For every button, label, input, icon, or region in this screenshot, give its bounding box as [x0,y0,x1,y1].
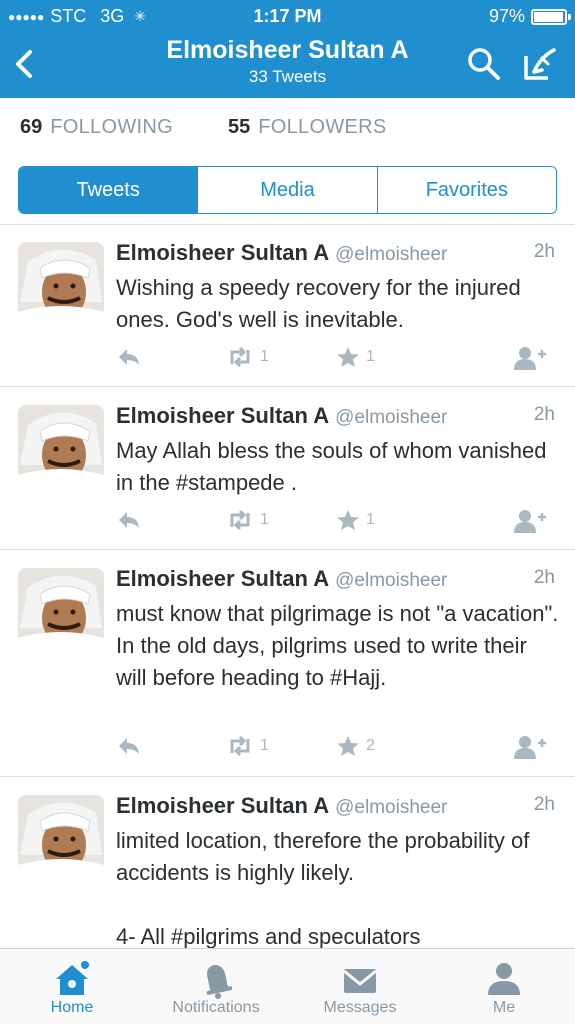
tweet-text: must know that pilgrimage is not "a vaca… [116,601,559,690]
followers-count: 55 [228,116,251,138]
avatar[interactable] [18,405,104,491]
reply-icon [119,512,139,528]
add-user-icon [514,736,546,759]
star-icon [337,347,359,367]
tweet-author-handle[interactable]: @elmoisheer [335,570,447,591]
favorite-button[interactable]: 2 [336,735,375,757]
retweet-count: 1 [260,348,269,365]
back-button[interactable] [10,44,40,84]
retweet-count: 1 [260,737,269,754]
retweet-icon [230,346,250,368]
tweet-author-name[interactable]: Elmoisheer Sultan A [116,240,329,265]
envelope-icon [343,969,377,993]
favorite-count: 1 [366,511,375,528]
tweet-author-handle[interactable]: @elmoisheer [335,244,447,265]
tab-favorites[interactable]: Favorites [377,167,556,213]
tweet-actions: 1 2 [116,735,557,761]
reply-button[interactable] [116,509,142,531]
tweet-author-handle[interactable]: @elmoisheer [335,797,447,818]
tweet-author-handle[interactable]: @elmoisheer [335,407,447,428]
tweet-time: 2h [533,241,555,262]
following-label: FOLLOWING [50,116,173,138]
follow-button[interactable] [514,346,546,370]
tweet-actions: 1 1 [116,346,557,372]
tweet-time: 2h [533,404,555,425]
avatar[interactable] [18,795,104,881]
bottom-tab-bar: Home Notifications Messages Me [0,948,575,1024]
tweet-text-line: 4- All #pilgrims and speculators [116,924,421,948]
tweet-author-name[interactable]: Elmoisheer Sultan A [116,566,329,591]
tab-media[interactable]: Media [198,167,378,213]
tweet-item[interactable]: Elmoisheer Sultan A @elmoisheer 2h must k… [0,550,575,775]
profile-tabs: Tweets Media Favorites [18,166,557,214]
favorite-count: 1 [366,348,375,365]
tweet-time: 2h [533,794,555,815]
followers-stat[interactable]: 55 FOLLOWERS [228,116,387,139]
tab-messages[interactable]: Messages [290,949,430,1024]
reply-button[interactable] [116,346,142,368]
reply-button[interactable] [116,735,142,757]
tab-home-label: Home [50,999,94,1016]
tweet-text: limited location, therefore the probabil… [116,825,559,948]
tweet-time: 2h [533,567,555,588]
tweet-author-name[interactable]: Elmoisheer Sultan A [116,403,329,428]
app-header: ●●●●● STC 3G ✳ 1:17 PM 97% Elmoisheer Su… [0,0,575,98]
bell-icon [206,964,233,999]
reply-icon [119,349,139,365]
tab-tweets[interactable]: Tweets [19,167,199,213]
tweet-item[interactable]: Elmoisheer Sultan A @elmoisheer 2h May Al… [0,387,575,549]
avatar[interactable] [18,242,104,328]
tweet-count: 33 Tweets [248,67,327,86]
tab-notifications-label: Notifications [172,999,260,1016]
person-icon [488,963,520,995]
favorite-count: 2 [366,737,375,754]
search-icon [468,48,500,80]
tab-messages-label: Messages [323,999,397,1016]
tweet-item[interactable]: Elmoisheer Sultan A @elmoisheer 2h limite… [0,777,575,948]
status-bar: ●●●●● STC 3G ✳ 1:17 PM 97% [0,0,575,32]
retweet-icon [230,509,250,531]
search-button[interactable] [466,46,502,82]
retweet-count: 1 [260,511,269,528]
tweet-item[interactable]: Elmoisheer Sultan A @elmoisheer 2h Wishin… [0,224,575,386]
avatar[interactable] [18,568,104,654]
tweet-author-name[interactable]: Elmoisheer Sultan A [116,793,329,818]
following-stat[interactable]: 69 FOLLOWING [20,116,173,139]
compose-button[interactable] [522,44,558,82]
star-icon [337,736,359,756]
tab-me-label: Me [492,999,516,1016]
tweet-text-line: limited location, therefore the probabil… [116,828,530,885]
tab-me[interactable]: Me [434,949,574,1024]
tweet-actions: 1 1 [116,509,557,535]
favorite-button[interactable]: 1 [336,509,375,531]
followers-label: FOLLOWERS [258,116,387,138]
battery-icon [531,8,571,25]
tab-notifications[interactable]: Notifications [146,949,286,1024]
retweet-button[interactable]: 1 [226,346,269,368]
battery-percent: 97% [488,6,525,26]
tweet-text: Wishing a speedy recovery for the injure… [116,275,521,332]
retweet-icon [230,735,250,757]
tab-home[interactable]: Home [2,949,142,1024]
chevron-left-icon [16,50,32,78]
retweet-button[interactable]: 1 [226,735,269,757]
tweet-text: May Allah bless the souls of whom vanish… [116,438,547,495]
home-icon [56,961,89,995]
compose-icon [524,48,556,80]
follow-button[interactable] [514,735,546,759]
following-count: 69 [20,116,43,138]
page-title: Elmoisheer Sultan A [166,36,409,64]
follow-button[interactable] [514,509,546,533]
reply-icon [119,738,139,754]
star-icon [337,510,359,530]
add-user-icon [514,347,546,370]
add-user-icon [514,510,546,533]
retweet-button[interactable]: 1 [226,509,269,531]
follow-stats: 69 FOLLOWING 55 FOLLOWERS [0,98,575,158]
favorite-button[interactable]: 1 [336,346,375,368]
